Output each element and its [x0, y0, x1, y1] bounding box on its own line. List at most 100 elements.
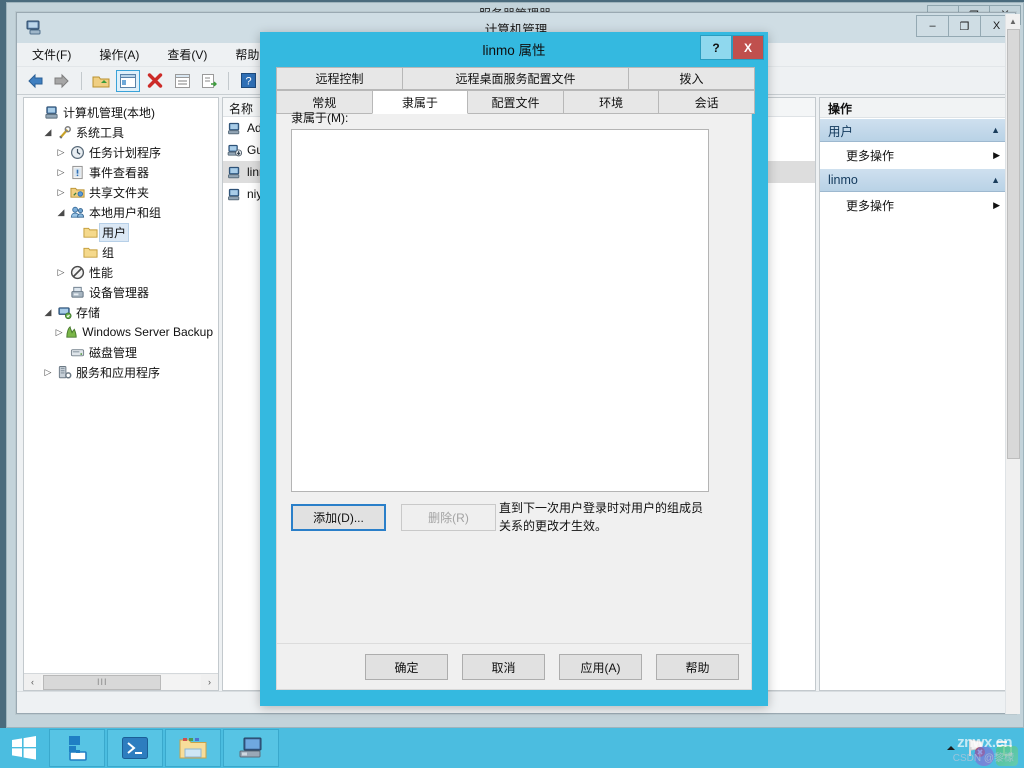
- dialog-body: 远程控制 远程桌面服务配置文件 拨入 常规 隶属于 配置文件 环境 会话 隶属于…: [276, 67, 755, 690]
- up-folder-icon[interactable]: [89, 70, 113, 92]
- expander-collapsed-icon[interactable]: ▷: [54, 167, 68, 178]
- tab-remote-control[interactable]: 远程控制: [276, 67, 403, 90]
- dialog-title: linmo 属性: [482, 43, 546, 58]
- tree-item-4[interactable]: ▷ 共享文件夹: [28, 182, 216, 202]
- dialog-titlebar[interactable]: linmo 属性 ? X: [264, 35, 764, 62]
- network-warning-icon[interactable]: [966, 738, 986, 758]
- actions-group-linmo[interactable]: linmo ▲: [820, 168, 1008, 192]
- tree-item-label: 任务计划程序: [89, 145, 162, 160]
- tree-item-2[interactable]: ▷ 任务计划程序: [28, 142, 216, 162]
- chevron-up-icon[interactable]: ▲: [991, 125, 1000, 135]
- taskbar-powershell[interactable]: [107, 729, 163, 767]
- tree-item-10[interactable]: ◢ 存储: [28, 302, 216, 322]
- hscroll-right-arrow[interactable]: ›: [201, 674, 218, 691]
- tree-item-13[interactable]: ▷ 服务和应用程序: [28, 362, 216, 382]
- taskbar-server-manager[interactable]: [49, 729, 105, 767]
- taskbar-computer-management[interactable]: [223, 729, 279, 767]
- svg-text:?: ?: [245, 76, 251, 88]
- expander-expanded-icon[interactable]: ◢: [41, 307, 55, 318]
- export-list-icon[interactable]: [197, 70, 221, 92]
- tab-dialin[interactable]: 拨入: [628, 67, 755, 90]
- maximize-button[interactable]: ❐: [948, 15, 981, 37]
- member-of-label: 隶属于(M):: [291, 111, 349, 125]
- computer-management-caption-buttons: – ❐ X: [916, 15, 1013, 37]
- show-hidden-icons-arrow[interactable]: [944, 742, 958, 754]
- disk-icon: [68, 345, 86, 360]
- help-icon[interactable]: ?: [236, 70, 260, 92]
- hscroll-thumb[interactable]: III: [43, 674, 162, 690]
- forward-icon[interactable]: [50, 70, 74, 92]
- tree-item-label: 系统工具: [76, 125, 125, 140]
- apply-button[interactable]: 应用(A): [559, 654, 642, 680]
- tree-item-0[interactable]: 计算机管理(本地): [28, 102, 216, 122]
- dialog-close-button[interactable]: X: [732, 35, 764, 60]
- tab-sessions[interactable]: 会话: [658, 90, 755, 114]
- tree-item-8[interactable]: ▷ 性能: [28, 262, 216, 282]
- back-icon[interactable]: [23, 70, 47, 92]
- tree-item-7[interactable]: 组: [28, 242, 216, 262]
- show-tree-icon[interactable]: [116, 69, 140, 92]
- hscroll-track[interactable]: III: [41, 674, 201, 690]
- vscroll-up-arrow[interactable]: ▲: [1006, 14, 1020, 29]
- expander-collapsed-icon[interactable]: ▷: [54, 327, 64, 338]
- vscroll-thumb[interactable]: [1007, 29, 1020, 459]
- action-more-actions-users[interactable]: 更多操作 ▶: [820, 142, 1008, 168]
- help-button[interactable]: 帮助: [656, 654, 739, 680]
- tree-horizontal-scrollbar[interactable]: ‹ III ›: [24, 673, 218, 690]
- member-buttons: 添加(D)... 删除(R): [291, 504, 496, 531]
- properties-dialog[interactable]: linmo 属性 ? X 远程控制 远程桌面服务配置文件 拨入 常规 隶属于 配…: [260, 32, 768, 706]
- actions-group-users[interactable]: 用户 ▲: [820, 118, 1008, 142]
- tab-profile[interactable]: 配置文件: [467, 90, 564, 114]
- user-icon: [227, 165, 247, 180]
- tree-item-9[interactable]: 设备管理器: [28, 282, 216, 302]
- chevron-up-icon-2[interactable]: ▲: [991, 175, 1000, 185]
- menu-view[interactable]: 查看(V): [164, 44, 210, 65]
- delete-icon[interactable]: [143, 70, 167, 92]
- dialog-help-button[interactable]: ?: [700, 35, 732, 60]
- user-icon: [227, 187, 247, 202]
- cancel-button[interactable]: 取消: [462, 654, 545, 680]
- windows-start-icon[interactable]: [0, 728, 48, 768]
- action-center-icon[interactable]: [994, 738, 1014, 758]
- expander-collapsed-icon[interactable]: ▷: [41, 367, 55, 378]
- properties-icon[interactable]: [170, 70, 194, 92]
- actions-header: 操作: [820, 98, 1008, 118]
- tree-item-11[interactable]: ▷ Windows Server Backup: [28, 322, 216, 342]
- tree-pane[interactable]: 计算机管理(本地) ◢ 系统工具 ▷ 任务计划程序 ▷ 事件查看器 ▷ 共享文件夹 ◢ 本地用户和组…: [23, 97, 219, 691]
- taskbar-file-explorer[interactable]: [165, 729, 221, 767]
- member-of-listbox[interactable]: [291, 129, 709, 492]
- tools-icon: [55, 125, 73, 140]
- performance-icon: [68, 265, 86, 280]
- tree-item-6[interactable]: 用户: [28, 222, 216, 242]
- tab-rds-profile[interactable]: 远程桌面服务配置文件: [402, 67, 629, 90]
- tab-member-of[interactable]: 隶属于: [371, 90, 469, 114]
- tab-environment[interactable]: 环境: [562, 90, 660, 114]
- action-more-actions-linmo[interactable]: 更多操作 ▶: [820, 192, 1008, 218]
- menu-file[interactable]: 文件(F): [29, 44, 74, 65]
- expander-collapsed-icon[interactable]: ▷: [54, 187, 68, 198]
- tree-item-3[interactable]: ▷ 事件查看器: [28, 162, 216, 182]
- folder-icon: [81, 245, 99, 260]
- expander-expanded-icon[interactable]: ◢: [54, 207, 68, 218]
- device-manager-icon: [68, 285, 86, 300]
- backup-icon: [64, 325, 79, 340]
- tree-item-12[interactable]: 磁盘管理: [28, 342, 216, 362]
- tree-item-label: 存储: [76, 305, 101, 320]
- expander-collapsed-icon[interactable]: ▷: [54, 147, 68, 158]
- actions-pane[interactable]: 操作 用户 ▲ 更多操作 ▶ linmo ▲ 更多操作 ▶: [819, 97, 1009, 691]
- computer-icon: [42, 105, 60, 120]
- tree-item-1[interactable]: ◢ 系统工具: [28, 122, 216, 142]
- chevron-right-icon: ▶: [993, 149, 1000, 160]
- hscroll-left-arrow[interactable]: ‹: [24, 674, 41, 691]
- menu-action[interactable]: 操作(A): [96, 44, 142, 65]
- outer-vertical-scrollbar[interactable]: ▲: [1005, 14, 1020, 714]
- minimize-button[interactable]: –: [916, 15, 949, 37]
- remove-button: 删除(R): [401, 504, 496, 531]
- expander-expanded-icon[interactable]: ◢: [41, 127, 55, 138]
- system-tray: [944, 728, 1024, 768]
- add-button[interactable]: 添加(D)...: [291, 504, 386, 531]
- ok-button[interactable]: 确定: [365, 654, 448, 680]
- expander-collapsed-icon[interactable]: ▷: [54, 267, 68, 278]
- tree-item-label: 设备管理器: [89, 285, 150, 300]
- tree-item-5[interactable]: ◢ 本地用户和组: [28, 202, 216, 222]
